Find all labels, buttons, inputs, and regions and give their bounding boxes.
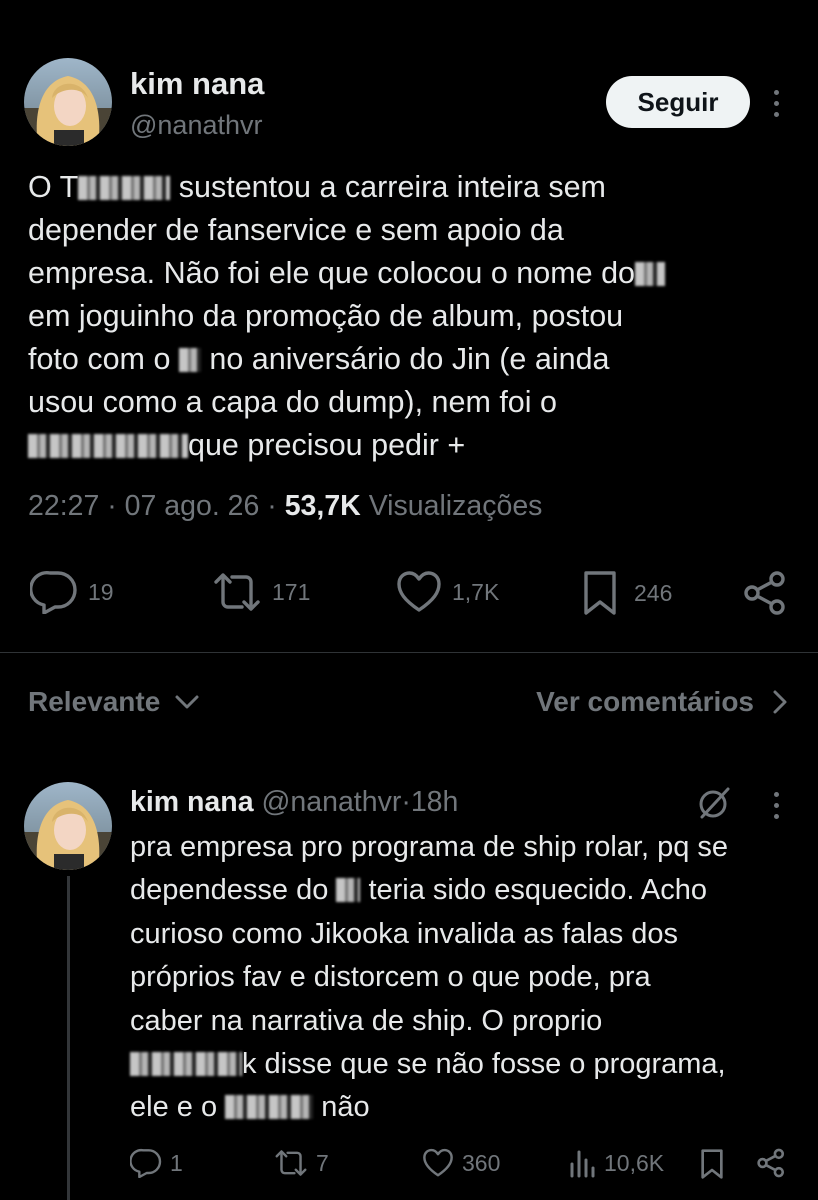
censored-name: [78, 176, 171, 200]
reply-like-button[interactable]: 360: [422, 1148, 500, 1178]
reply-icon: [130, 1148, 162, 1178]
more-icon[interactable]: [766, 90, 786, 117]
sort-label: Relevante: [28, 686, 161, 717]
censored-name: [178, 348, 201, 372]
view-comments-link[interactable]: Ver comentários: [536, 686, 788, 718]
more-icon[interactable]: [766, 792, 786, 819]
chevron-right-icon: [773, 690, 787, 714]
bookmark-count: 246: [634, 579, 673, 606]
reply-icon: [30, 571, 77, 614]
separator: ·: [401, 786, 411, 818]
follow-button[interactable]: Seguir: [606, 76, 750, 128]
repost-icon: [275, 1150, 307, 1176]
chevron-down-icon: [175, 695, 199, 709]
reply-bookmark-button[interactable]: [700, 1148, 724, 1180]
author-handle[interactable]: @nanathvr: [130, 110, 262, 141]
reply-author-name[interactable]: kim nana: [130, 786, 254, 818]
reply-header: kim nana @nanathvr·18h: [130, 786, 458, 819]
bookmark-button[interactable]: 246: [582, 570, 672, 616]
bookmark-icon: [584, 571, 616, 615]
reply-button[interactable]: 19: [30, 570, 114, 614]
share-icon: [744, 571, 785, 615]
share-icon: [757, 1148, 785, 1178]
divider: [0, 652, 818, 653]
repost-icon: [214, 573, 260, 611]
share-button[interactable]: [742, 570, 788, 616]
reply-author-handle[interactable]: @nanathvr: [261, 786, 401, 818]
reply-repost-button[interactable]: 7: [274, 1148, 329, 1178]
reply-reply-button[interactable]: 1: [130, 1148, 183, 1178]
views-count: 53,7K: [284, 490, 361, 522]
view-comments-label: Ver comentários: [536, 686, 754, 717]
reply-views-button[interactable]: 10,6K: [568, 1148, 664, 1178]
bookmark-icon: [701, 1149, 723, 1179]
reply-repost-count: 7: [316, 1149, 329, 1176]
censored-name: [130, 1052, 242, 1077]
tweet-date[interactable]: 07 ago. 26: [125, 490, 260, 522]
reply-author-avatar[interactable]: [24, 782, 112, 870]
views-icon: [570, 1150, 595, 1178]
thread-line: [67, 876, 70, 1200]
grok-icon[interactable]: [696, 785, 732, 821]
like-button[interactable]: 1,7K: [396, 570, 499, 614]
reply-views-count: 10,6K: [604, 1149, 665, 1176]
like-count: 1,7K: [452, 578, 500, 605]
like-icon: [397, 571, 441, 612]
censored-name: [336, 878, 361, 903]
author-avatar[interactable]: [24, 58, 112, 146]
censored-name: [635, 262, 665, 286]
reply-age[interactable]: 18h: [411, 786, 459, 818]
reply-count: 19: [88, 578, 114, 605]
tweet-text: O T sustentou a carreira inteira sem dep…: [28, 166, 803, 467]
reply-like-count: 360: [462, 1149, 501, 1176]
repost-count: 171: [272, 578, 311, 605]
reply-reply-count: 1: [170, 1149, 183, 1176]
repost-button[interactable]: 171: [212, 570, 310, 614]
reply-text: pra empresa pro programa de ship rolar, …: [130, 831, 729, 1124]
censored-name: [28, 434, 188, 458]
like-icon: [423, 1148, 453, 1177]
views-label: Visualizações: [368, 490, 543, 522]
tweet-meta: 22:27 · 07 ago. 26 · 53,7K Visualizações: [28, 490, 543, 522]
reply-share-button[interactable]: [756, 1148, 786, 1178]
tweet-time[interactable]: 22:27: [28, 490, 99, 522]
sort-dropdown[interactable]: Relevante: [28, 686, 200, 718]
censored-name: [225, 1095, 314, 1120]
author-name[interactable]: kim nana: [130, 66, 264, 102]
